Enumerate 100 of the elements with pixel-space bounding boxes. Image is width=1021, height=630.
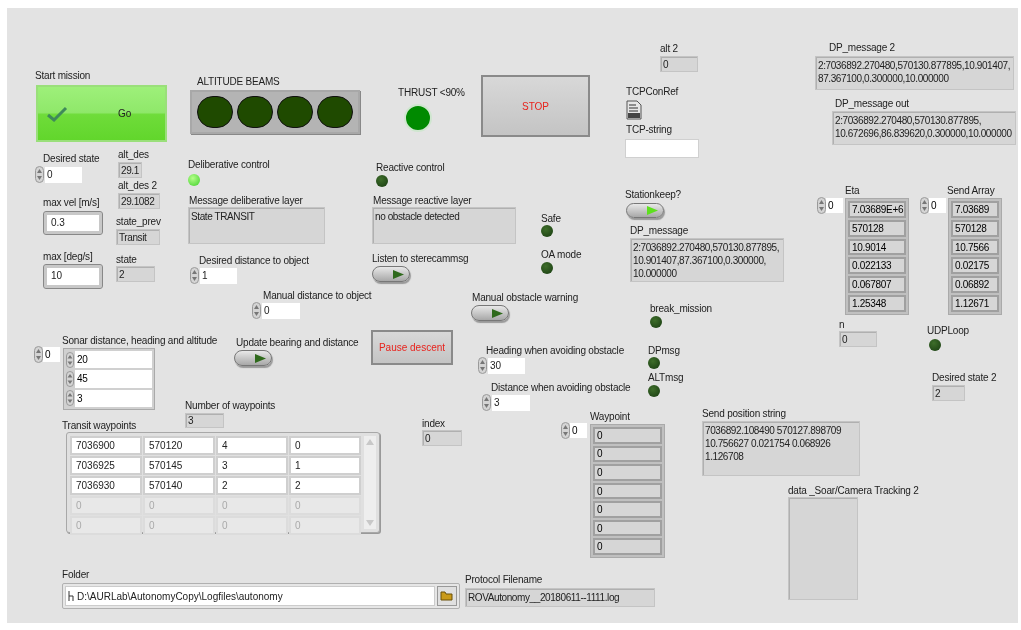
control-label: Desired state: [43, 153, 100, 165]
control-label: data _Soar/Camera Tracking 2: [788, 485, 919, 497]
toggle-switch[interactable]: [471, 305, 509, 321]
increment-decrement-arrows[interactable]: [478, 357, 487, 374]
array-cell: 1.25348: [848, 295, 906, 312]
numeric-field[interactable]: 0: [262, 303, 300, 319]
control-label: alt_des: [118, 149, 149, 161]
numeric-field[interactable]: 45: [75, 370, 152, 388]
control-label: ALTITUDE BEAMS: [197, 76, 280, 88]
toggle-switch[interactable]: [626, 203, 664, 218]
array-cell: 7.03689: [951, 201, 999, 218]
control-label: Send Array: [947, 185, 995, 197]
numeric-indicator: 29.1: [118, 162, 142, 178]
index-field[interactable]: 0: [929, 198, 946, 213]
browse-button[interactable]: [437, 586, 457, 606]
table-cell[interactable]: 4: [216, 436, 288, 455]
control-label: Manual distance to object: [263, 290, 372, 302]
control-label: alt 2: [660, 43, 678, 55]
go-button[interactable]: Go: [36, 85, 167, 142]
index-field[interactable]: 0: [570, 423, 587, 438]
control-label: OA mode: [541, 249, 582, 261]
string-indicator: 2:7036892.270480,570130.877895,10.901407, 87.367100,0.300000,10.000000: [815, 56, 1014, 90]
increment-decrement-arrows[interactable]: [482, 394, 491, 411]
network-reference-icon: [626, 100, 642, 120]
array-cell: 0.067807: [848, 276, 906, 294]
control-label: Eta: [845, 185, 860, 197]
path-field[interactable]: D:\AURLab\AutonomyCopy\Logfiles\autonomy: [62, 583, 460, 609]
increment-decrement-arrows[interactable]: [35, 166, 44, 183]
numeric-field[interactable]: 30: [488, 358, 525, 374]
index-field[interactable]: 0: [826, 198, 843, 213]
numeric-indicator: 2: [932, 385, 965, 401]
control-label: ALTmsg: [648, 372, 684, 384]
string-indicator: no obstacle detected: [372, 207, 516, 244]
control-label: alt_des 2: [118, 180, 157, 192]
increment-decrement-arrows[interactable]: [66, 390, 74, 407]
table-cell[interactable]: 7036900: [70, 436, 142, 455]
control-label: Distance when avoiding obstacle: [491, 382, 631, 394]
increment-decrement-arrows[interactable]: [561, 422, 570, 439]
table-cell[interactable]: 7036925: [70, 456, 142, 475]
control-label: Transit waypoints: [62, 420, 137, 432]
numeric-indicator: 3: [185, 413, 224, 428]
array-cell: 0: [593, 427, 662, 444]
numeric-field[interactable]: 1: [200, 268, 237, 284]
numeric-indicator: 29.1082: [118, 193, 160, 209]
control-label: Stationkeep?: [625, 189, 681, 201]
control-label: Update bearing and distance: [236, 337, 359, 349]
table-cell[interactable]: 2: [216, 476, 288, 495]
numeric-field[interactable]: 0: [45, 167, 82, 183]
control-label: Manual obstacle warning: [472, 292, 579, 304]
toggle-switch[interactable]: [234, 350, 272, 366]
increment-decrement-arrows[interactable]: [66, 371, 74, 387]
numeric-field[interactable]: 3: [75, 389, 152, 407]
toggle-switch[interactable]: [372, 266, 410, 282]
array-cell: 10.7566: [951, 238, 999, 256]
control-label: DP_message 2: [829, 42, 895, 54]
control-label: Desired state 2: [932, 372, 997, 384]
increment-decrement-arrows[interactable]: [66, 351, 74, 368]
index-field[interactable]: 0: [43, 347, 60, 362]
numeric-field[interactable]: 3: [492, 395, 530, 411]
control-label: Safe: [541, 213, 561, 225]
control-label: DP_message: [630, 225, 689, 237]
control-label: Waypoint: [590, 411, 630, 423]
control-label: Listen to sterecammsg: [372, 253, 469, 265]
table-cell[interactable]: 7036930: [70, 476, 142, 495]
control-label: Deliberative control: [188, 159, 270, 171]
increment-decrement-arrows[interactable]: [920, 197, 929, 214]
control-label: state_prev: [116, 216, 161, 228]
array-cell: 10.9014: [848, 238, 906, 256]
increment-decrement-arrows[interactable]: [34, 346, 43, 363]
increment-decrement-arrows[interactable]: [252, 302, 261, 319]
table-cell[interactable]: 1: [289, 456, 361, 475]
table-cell[interactable]: 2: [289, 476, 361, 495]
control-label: TCP-string: [626, 124, 672, 136]
increment-decrement-arrows[interactable]: [190, 267, 199, 284]
array-cell: 0: [593, 482, 662, 500]
array-cell: 0: [593, 538, 662, 556]
table-cell[interactable]: 570145: [143, 456, 215, 475]
control-label: Sonar distance, heading and altitude: [62, 335, 218, 347]
numeric-field[interactable]: 0.3: [44, 212, 102, 234]
control-label: Start mission: [35, 70, 91, 82]
path-text: D:\AURLab\AutonomyCopy\Logfiles\autonomy: [77, 589, 283, 604]
table-cell[interactable]: 570120: [143, 436, 215, 455]
numeric-field[interactable]: 20: [75, 351, 152, 369]
table-cell[interactable]: 3: [216, 456, 288, 475]
numeric-field[interactable]: 10: [44, 265, 102, 288]
array-cell: 0: [593, 501, 662, 518]
table-cell[interactable]: 0: [289, 436, 361, 455]
control-label: max [deg/s]: [43, 251, 93, 263]
checkmark-icon: [46, 105, 68, 122]
numeric-indicator: 2: [116, 266, 155, 282]
array-cell: 570128: [951, 219, 999, 237]
table-cell[interactable]: 570140: [143, 476, 215, 495]
control-label: Heading when avoiding obstacle: [486, 345, 624, 357]
increment-decrement-arrows[interactable]: [817, 197, 826, 214]
scrollbar[interactable]: [364, 436, 376, 529]
numeric-indicator: 0: [839, 331, 877, 347]
numeric-indicator: ROVAutonomy__20180611--1111.log: [465, 588, 655, 607]
control-label: n: [839, 319, 845, 331]
string-field[interactable]: [625, 139, 699, 158]
array-cell: 7.03689E+6: [848, 201, 906, 218]
